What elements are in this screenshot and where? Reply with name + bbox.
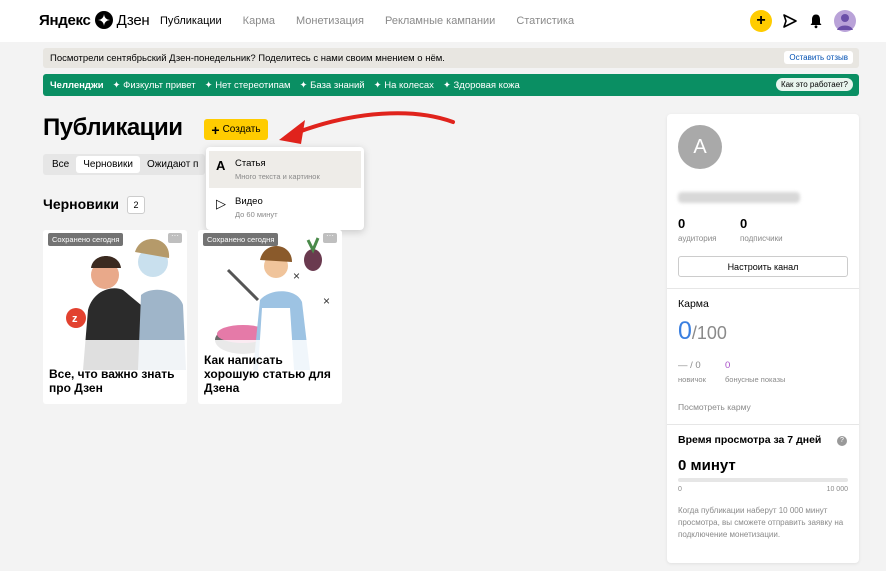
option-title: Статья	[235, 158, 266, 169]
create-button[interactable]: + Создать	[204, 119, 268, 140]
create-article-option[interactable]: A Статья Много текста и картинок	[209, 151, 361, 188]
view-karma-link[interactable]: Посмотреть карму	[678, 402, 751, 412]
audience-count: 0	[678, 216, 686, 231]
channel-name-blurred	[678, 192, 800, 203]
tab-drafts[interactable]: Черновики	[76, 156, 140, 173]
svg-text:z: z	[72, 313, 78, 325]
more-options-icon[interactable]: ···	[168, 232, 182, 243]
challenge-item[interactable]: ✦ Здоровая кожа	[443, 80, 520, 91]
zen-star-icon	[94, 11, 113, 29]
publication-tabs: Все Черновики Ожидают п	[43, 154, 205, 175]
monetization-note: Когда публикации наберут 10 000 минут пр…	[678, 506, 844, 539]
logo-text-bold: Яндекс	[39, 11, 91, 29]
bell-icon[interactable]	[808, 13, 824, 29]
challenge-label: Физкульт привет	[123, 79, 196, 91]
challenge-label: На колесах	[384, 79, 434, 91]
saved-badge: Сохранено сегодня	[48, 233, 124, 246]
setup-channel-button[interactable]: Настроить канал	[678, 256, 848, 277]
newbie-value: — / 0	[678, 360, 701, 371]
tab-pending[interactable]: Ожидают п	[140, 156, 205, 173]
challenge-label: База знаний	[310, 79, 365, 91]
option-title: Видео	[235, 196, 263, 207]
karma-heading: Карма	[678, 298, 709, 310]
create-dropdown: A Статья Много текста и картинок ▷ Видео…	[206, 147, 364, 230]
article-icon: A	[216, 158, 226, 173]
svg-text:×: ×	[293, 269, 300, 283]
leave-feedback-button[interactable]: Оставить отзыв	[784, 51, 853, 64]
plus-icon: +	[211, 121, 220, 138]
divider	[667, 288, 859, 289]
subscribers-count: 0	[740, 216, 748, 231]
nav-item-karma[interactable]: Карма	[243, 15, 275, 27]
divider	[667, 424, 859, 425]
progress-max: 10 000	[826, 486, 848, 493]
bonus-label: бонусные показы	[725, 375, 786, 384]
saved-badge: Сохранено сегодня	[203, 233, 279, 246]
draft-card[interactable]: z Сохранено сегодня ··· Все, что важно з…	[43, 230, 187, 404]
create-video-option[interactable]: ▷ Видео До 60 минут	[209, 189, 361, 226]
nav-item-ad-campaigns[interactable]: Рекламные кампании	[385, 15, 495, 27]
option-subtitle: До 60 минут	[235, 210, 278, 219]
challenge-item[interactable]: ✦ Физкульт привет	[113, 80, 196, 91]
tab-all[interactable]: Все	[45, 156, 76, 173]
nav-item-statistics[interactable]: Статистика	[516, 15, 574, 27]
newbie-label: новичок	[678, 375, 706, 384]
challenge-item[interactable]: ✦ На колесах	[374, 80, 434, 91]
karma-value: 0	[678, 317, 692, 345]
notice-text: Посмотрели сентябрьский Дзен-понедельник…	[50, 52, 445, 64]
karma-max: /100	[691, 323, 727, 343]
option-subtitle: Много текста и картинок	[235, 172, 320, 181]
karma-score: 0/100	[678, 317, 727, 346]
watch-time-value: 0 минут	[678, 457, 736, 474]
send-icon[interactable]	[782, 13, 798, 29]
channel-panel: A 0 аудитория 0 подписчики Настроить кан…	[667, 114, 859, 563]
main-nav: Публикации Карма Монетизация Рекламные к…	[160, 15, 574, 27]
drafts-count-badge: 2	[127, 196, 145, 214]
card-illustration: z	[43, 230, 187, 370]
challenge-item[interactable]: ✦ База знаний	[300, 80, 365, 91]
challenge-item[interactable]: ✦ Нет стереотипам	[205, 80, 291, 91]
svg-text:×: ×	[323, 294, 330, 308]
challenge-label: Здоровая кожа	[453, 79, 520, 91]
page-title: Публикации	[43, 114, 183, 141]
how-it-works-button[interactable]: Как это работает?	[775, 78, 853, 91]
nav-item-monetization[interactable]: Монетизация	[296, 15, 364, 27]
video-play-icon: ▷	[216, 196, 226, 211]
plus-icon[interactable]: +	[750, 10, 772, 32]
nav-item-publications[interactable]: Публикации	[160, 15, 222, 27]
subscribers-label: подписчики	[740, 234, 783, 243]
create-label: Создать	[222, 124, 261, 135]
watch-time-heading: Время просмотра за 7 дней	[678, 434, 822, 446]
help-icon[interactable]: ?	[837, 436, 847, 446]
drafts-heading: Черновики	[43, 196, 120, 212]
challenge-label: Нет стереотипам	[215, 79, 291, 91]
avatar-icon[interactable]	[834, 10, 856, 32]
feedback-notice: Посмотрели сентябрьский Дзен-понедельник…	[43, 48, 859, 68]
progress-min: 0	[678, 486, 682, 493]
card-title: Как написать хорошую статью для Дзена	[204, 353, 331, 395]
bonus-value: 0	[725, 360, 731, 371]
card-illustration: × ×	[198, 230, 342, 370]
more-options-icon[interactable]: ···	[323, 232, 337, 243]
header-actions: +	[750, 10, 856, 32]
logo[interactable]: Яндекс Дзен	[39, 11, 150, 29]
logo-text-light: Дзен	[116, 11, 150, 29]
challenges-bar: Челленджи ✦ Физкульт привет ✦ Нет стерео…	[43, 74, 859, 96]
watch-time-progress	[678, 478, 848, 482]
card-title: Все, что важно знать про Дзен	[49, 367, 175, 395]
draft-card[interactable]: × × Сохранено сегодня ··· Как написать х…	[198, 230, 342, 404]
challenges-title: Челленджи	[50, 79, 104, 91]
top-header: Яндекс Дзен Публикации Карма Монетизация…	[0, 0, 886, 42]
channel-avatar[interactable]: A	[678, 125, 722, 169]
audience-label: аудитория	[678, 234, 717, 243]
